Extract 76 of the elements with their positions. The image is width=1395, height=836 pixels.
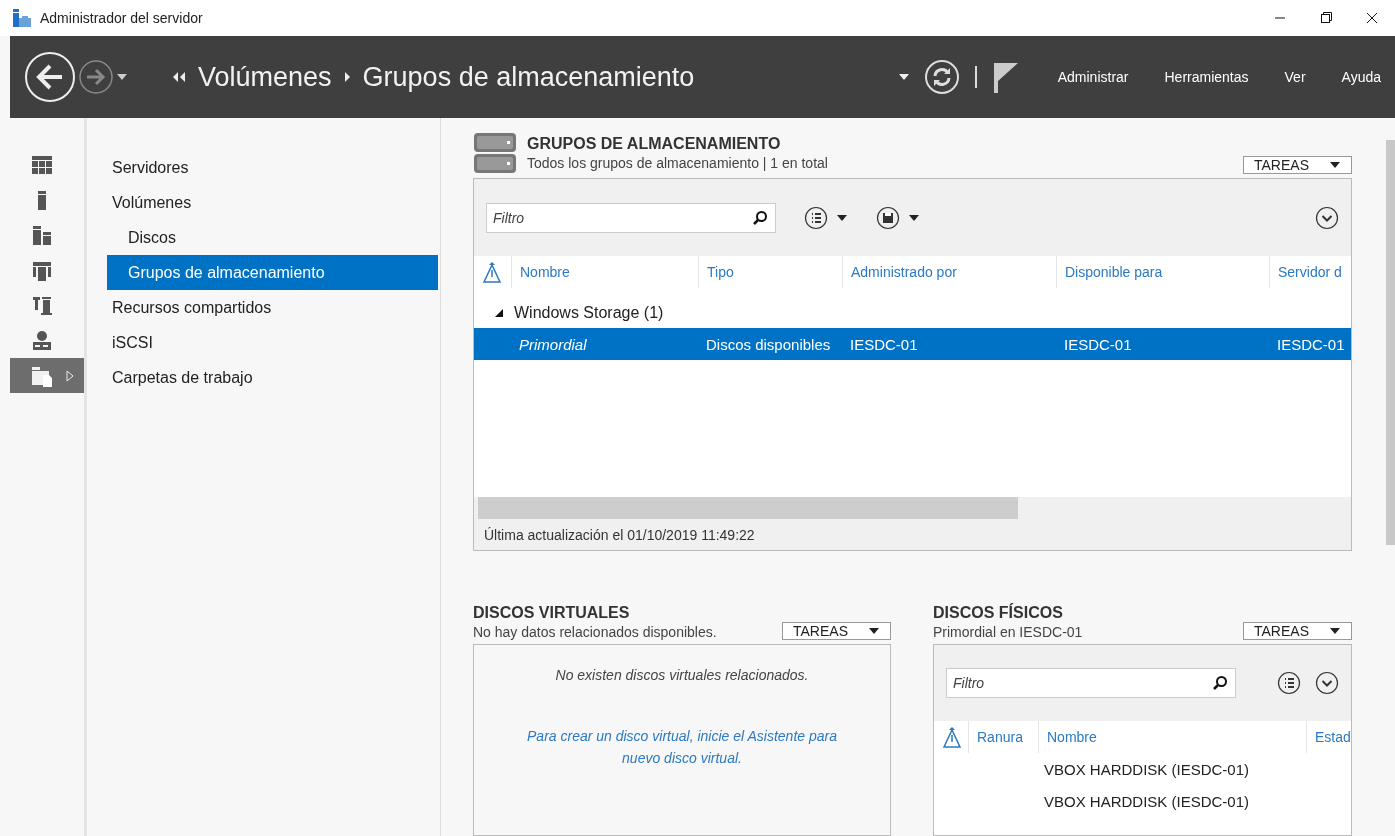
section-subtitle: Todos los grupos de almacenamiento | 1 en total bbox=[527, 155, 828, 171]
menu-item[interactable]: Ver bbox=[1284, 69, 1306, 85]
wizard-link[interactable]: Para crear un disco virtual, inicie el Asistente para nuevo disco virtual. bbox=[507, 725, 857, 769]
column-header[interactable]: Disponible para bbox=[1056, 256, 1269, 288]
search-icon bbox=[1212, 675, 1228, 691]
caret-icon bbox=[1329, 627, 1341, 635]
search-icon bbox=[752, 209, 768, 226]
nav-item[interactable]: Discos bbox=[107, 220, 438, 255]
table-cell-text: IESDC-01 bbox=[849, 335, 919, 353]
status-text: Última actualización el 01/10/2019 11:49:22 bbox=[474, 519, 1351, 550]
table-cell: VBOX HARDDISK (IESDC-01) bbox=[1044, 760, 1250, 778]
table-cell: VBOX HARDDISK (IESDC-01) bbox=[1044, 792, 1250, 810]
warning-icon bbox=[942, 725, 962, 749]
column-header[interactable]: Tipo bbox=[698, 256, 842, 288]
horizontal-scrollbar[interactable] bbox=[474, 497, 1351, 519]
scrollbar[interactable] bbox=[1386, 140, 1395, 545]
refresh-icon[interactable] bbox=[923, 59, 960, 95]
breadcrumb-item[interactable]: Volúmenes bbox=[198, 61, 332, 93]
empty-message: No existen discos virtuales relacionados. bbox=[555, 667, 809, 683]
rail-item[interactable] bbox=[10, 358, 84, 393]
column-header[interactable]: Nombre bbox=[1038, 721, 1306, 753]
list-icon[interactable] bbox=[1277, 671, 1301, 695]
dropdown-caret-icon bbox=[897, 73, 910, 81]
flag-icon[interactable] bbox=[991, 61, 1020, 93]
nav-item[interactable]: Servidores bbox=[107, 150, 438, 185]
storage-icon bbox=[473, 132, 517, 174]
nav-item[interactable]: Volúmenes bbox=[107, 185, 438, 220]
filter-field[interactable]: Filtro bbox=[486, 202, 776, 233]
menu-item[interactable]: Administrar bbox=[1057, 69, 1129, 85]
servers-icon[interactable] bbox=[30, 223, 54, 248]
window-title: Administrador del servidor bbox=[40, 10, 204, 26]
app-icon bbox=[12, 8, 32, 28]
collapse-caret-icon[interactable] bbox=[494, 308, 504, 318]
history-caret-icon bbox=[116, 73, 128, 81]
tasks-button[interactable]: TAREAS bbox=[782, 622, 891, 640]
filter-field[interactable]: Filtro bbox=[946, 668, 1236, 698]
group-label: Windows Storage (1) bbox=[514, 304, 664, 322]
breadcrumb-item[interactable]: Grupos de almacenamiento bbox=[362, 61, 695, 93]
caret-icon bbox=[908, 213, 920, 222]
table-cell-text: IESDC-01 bbox=[1063, 335, 1133, 353]
nav-item[interactable]: Grupos de almacenamiento bbox=[107, 255, 438, 290]
column-header[interactable]: Servidor d bbox=[1269, 256, 1351, 288]
list-icon[interactable] bbox=[804, 205, 828, 230]
section-title: DISCOS VIRTUALES bbox=[473, 604, 631, 622]
expand-caret-icon bbox=[66, 369, 74, 382]
nav-item[interactable]: iSCSI bbox=[107, 325, 438, 360]
table-cell-text: Primordial bbox=[518, 335, 588, 353]
forward-button[interactable] bbox=[78, 59, 114, 95]
column-header[interactable]: Estad bbox=[1306, 721, 1351, 753]
section-title: GRUPOS DE ALMACENAMIENTO bbox=[527, 135, 782, 153]
column-header[interactable]: Ranura bbox=[968, 721, 1038, 753]
save-icon[interactable] bbox=[876, 205, 900, 230]
caret-icon bbox=[836, 213, 848, 222]
section-title: DISCOS FÍSICOS bbox=[933, 604, 1064, 622]
double-caret-icon bbox=[172, 72, 186, 82]
caret-icon bbox=[1329, 161, 1341, 169]
menu-item[interactable]: Herramientas bbox=[1164, 69, 1249, 85]
network-icon[interactable] bbox=[30, 328, 54, 353]
tasks-button[interactable]: TAREAS bbox=[1243, 156, 1352, 174]
nav-item[interactable]: Carpetas de trabajo bbox=[107, 360, 438, 395]
warning-icon bbox=[482, 260, 502, 284]
section-subtitle: Primordial en IESDC-01 bbox=[933, 624, 1083, 640]
caret-icon bbox=[868, 627, 880, 635]
table-row[interactable]: Primordial Discos disponibles IESDC-01 IESDC-01 IESDC-01 bbox=[474, 328, 1351, 360]
column-header[interactable]: Administrado por bbox=[842, 256, 1056, 288]
tasks-button[interactable]: TAREAS bbox=[1243, 622, 1352, 640]
table-cell-text: IESDC-01 bbox=[1276, 335, 1346, 353]
menu-item[interactable]: Ayuda bbox=[1341, 69, 1381, 85]
nav-item[interactable]: Recursos compartidos bbox=[107, 290, 438, 325]
back-button[interactable] bbox=[24, 51, 76, 103]
table-cell-text: Discos disponibles bbox=[705, 335, 832, 353]
expand-icon[interactable] bbox=[1315, 205, 1339, 230]
column-header[interactable]: Nombre bbox=[511, 256, 698, 288]
breadcrumb-separator-icon bbox=[343, 71, 351, 83]
expand-icon[interactable] bbox=[1315, 671, 1339, 695]
section-subtitle: No hay datos relacionados disponibles. bbox=[473, 624, 717, 640]
